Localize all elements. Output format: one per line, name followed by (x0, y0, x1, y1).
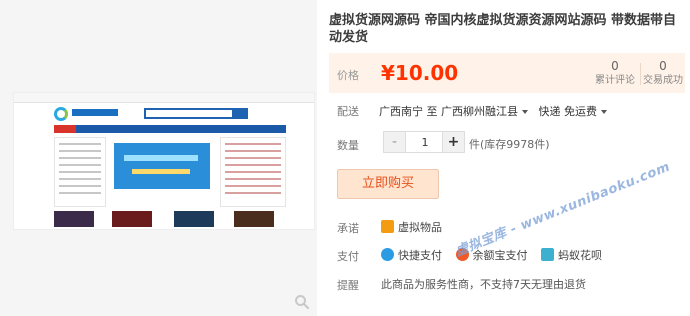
screenshot-search-button (234, 108, 248, 119)
buy-now-button[interactable]: 立即购买 (337, 169, 439, 199)
payment-row: 快捷支付 余额宝支付 蚂蚁花呗 (381, 247, 612, 263)
screenshot-header (14, 104, 314, 122)
payment-label: 支付 (337, 250, 359, 263)
quantity-stepper: - + (383, 131, 465, 153)
shipping-method: 快递 免运费 (538, 105, 598, 118)
price-box: 价格 ¥10.00 0 累计评论 0 交易成功 (329, 53, 685, 93)
sales-label: 交易成功 (643, 75, 683, 86)
huabei-icon (541, 248, 554, 261)
quick-pay-icon (381, 248, 394, 261)
magnifier-icon[interactable] (294, 294, 310, 310)
promise-label: 承诺 (337, 222, 359, 235)
chevron-down-icon (522, 110, 528, 114)
payment-item-huabei: 蚂蚁花呗 (541, 248, 602, 262)
product-image-gallery[interactable] (0, 0, 317, 316)
price-value: ¥10.00 (381, 61, 459, 85)
shipping-origin: 广西南宁 至 (379, 105, 438, 118)
screenshot-right-panel (220, 137, 286, 207)
promise-row: 虚拟物品 (381, 219, 442, 235)
remind-label: 提醒 (337, 279, 359, 292)
shipping-destination-select[interactable]: 广西柳州融江县 (441, 105, 535, 118)
promise-item: 虚拟物品 (398, 221, 442, 234)
chevron-down-icon (601, 110, 607, 114)
screenshot-logo-text (72, 109, 118, 116)
sales-count: 0 (659, 59, 667, 73)
reviews-label: 累计评论 (595, 75, 635, 86)
screenshot-banner (114, 143, 210, 189)
screenshot-thumbnails (54, 211, 286, 227)
product-info-panel: 虚拟货源网源码 帝国内核虚拟货源资源网站源码 带数据带自动发货 价格 ¥10.0… (329, 0, 685, 316)
screenshot-topbar (14, 93, 314, 103)
screenshot-nav-bar (54, 125, 286, 133)
shipping-destination: 广西柳州融江县 (441, 105, 518, 118)
remind-text: 此商品为服务性商，不支持7天无理由退货 (381, 278, 586, 291)
price-label: 价格 (337, 69, 359, 82)
screenshot-logo (54, 107, 68, 121)
sales-stat: 0 交易成功 (639, 58, 687, 88)
virtual-goods-icon (381, 220, 394, 233)
reviews-stat[interactable]: 0 累计评论 (591, 58, 639, 88)
payment-item-quick: 快捷支付 (381, 248, 442, 262)
reviews-count: 0 (611, 59, 619, 73)
product-screenshot-image[interactable] (13, 92, 315, 230)
shipping-label: 配送 (337, 105, 359, 118)
shipping-method-select[interactable]: 快递 免运费 (539, 105, 615, 118)
product-title: 虚拟货源网源码 帝国内核虚拟货源资源网站源码 带数据带自动发货 (329, 13, 677, 45)
screenshot-sidebar (54, 137, 106, 207)
screenshot-search-box (144, 108, 234, 119)
quantity-input[interactable] (407, 132, 443, 152)
shipping-row: 广西南宁 至 广西柳州融江县 快递 免运费 (379, 103, 614, 119)
quantity-increase-button[interactable]: + (442, 132, 464, 152)
quantity-label: 数量 (337, 139, 359, 152)
quantity-decrease-button[interactable]: - (384, 132, 406, 152)
stock-text: 件(库存9978件) (469, 138, 550, 151)
